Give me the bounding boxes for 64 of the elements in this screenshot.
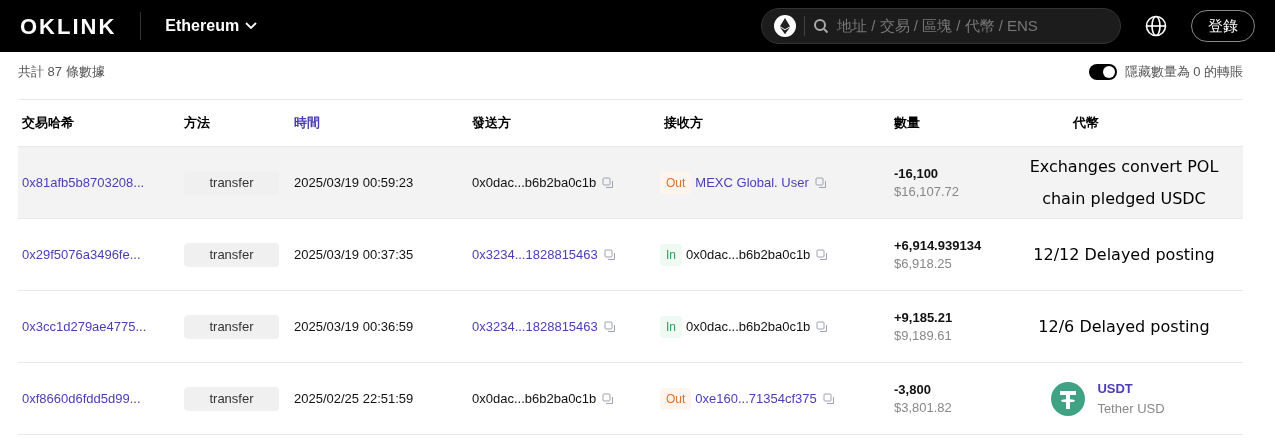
method-tag: transfer	[184, 387, 279, 411]
copy-icon[interactable]	[822, 392, 835, 405]
column-header: 發送方	[472, 114, 512, 133]
amount-text: -16,100	[894, 164, 940, 183]
column-header: 交易哈希	[22, 114, 75, 133]
copy-icon[interactable]	[816, 320, 829, 333]
transaction-hash-link[interactable]: 0xf8660d6fdd5d99...	[22, 388, 184, 409]
usd-value: $9,189.61	[894, 326, 953, 345]
note-text: Exchanges convert POL chain pledged USDC	[1029, 155, 1219, 210]
table-row[interactable]: 0x81afb5b8703208... transfer 2025/03/19 00:59:23 0x0dac...b6b2ba0c1b Out MEXC Global. User -16,100 $16,107.72 Exchanges convert POL chain pledged USDC	[18, 147, 1243, 219]
method-tag: transfer	[184, 243, 279, 267]
address-link: 0x0dac...b6b2ba0c1b	[472, 389, 597, 408]
direction-badge: In	[660, 315, 682, 338]
column-header: 數量	[894, 114, 921, 133]
usd-value: $3,801.82	[894, 398, 953, 417]
toggle-label: 隱藏數量為 0 的轉賬	[1124, 63, 1243, 82]
tether-logo-icon	[1051, 381, 1086, 416]
total-count: 共計 87 條數據	[18, 63, 105, 82]
token-name: Tether USD	[1097, 399, 1165, 418]
direction-badge: In	[660, 243, 682, 266]
search-input[interactable]: 地址 / 交易 / 區塊 / 代幣 / ENS	[837, 14, 1108, 38]
address-link: 0x0dac...b6b2ba0c1b	[686, 245, 811, 264]
address-link[interactable]: 0x3234...1828815463	[472, 244, 598, 265]
address-link[interactable]: 0x3234...1828815463	[472, 316, 598, 337]
network-dropdown[interactable]: Ethereum	[165, 14, 258, 38]
note-text: 12/6 Delayed posting	[1038, 315, 1210, 338]
direction-badge: Out	[660, 171, 692, 194]
logo[interactable]: OKLINK	[20, 9, 117, 43]
toggle-switch[interactable]	[1088, 64, 1117, 80]
transaction-hash-link[interactable]: 0x3cc1d279ae4775...	[22, 316, 184, 337]
search-icon	[813, 18, 829, 34]
column-header[interactable]: 時間	[294, 113, 472, 133]
usd-value: $16,107.72	[894, 182, 961, 201]
address-link[interactable]: MEXC Global. User	[695, 172, 809, 193]
time-cell-text: 2025/03/19 00:36:59	[294, 317, 415, 336]
note-text: 12/12 Delayed posting	[1033, 243, 1215, 266]
copy-icon[interactable]	[816, 248, 829, 261]
column-header: 接收方	[664, 114, 704, 133]
usd-value: $6,918.25	[894, 254, 953, 273]
copy-icon[interactable]	[603, 320, 616, 333]
chevron-down-icon	[245, 22, 258, 30]
time-cell-text: 2025/03/19 00:59:23	[294, 173, 415, 192]
copy-icon[interactable]	[814, 176, 827, 189]
copy-icon[interactable]	[602, 176, 615, 189]
direction-badge: Out	[660, 387, 692, 410]
ethereum-icon[interactable]	[774, 15, 796, 37]
copy-icon[interactable]	[602, 392, 615, 405]
time-cell-text: 2025/02/25 22:51:59	[294, 389, 415, 408]
globe-icon[interactable]	[1145, 15, 1167, 37]
time-cell-text: 2025/03/19 00:37:35	[294, 245, 415, 264]
amount-text: +6,914.939134	[894, 236, 983, 255]
amount-text: +9,185.21	[894, 308, 954, 327]
search-field[interactable]: 地址 / 交易 / 區塊 / 代幣 / ENS	[761, 8, 1121, 44]
amount-text: -3,800	[894, 380, 932, 399]
copy-icon[interactable]	[603, 248, 616, 261]
address-link: 0x0dac...b6b2ba0c1b	[686, 317, 811, 336]
transaction-hash-link[interactable]: 0x81afb5b8703208...	[22, 172, 184, 193]
address-link[interactable]: 0xe160...71354cf375	[695, 388, 817, 409]
token-symbol[interactable]: USDT	[1097, 379, 1165, 399]
transaction-hash-link[interactable]: 0x29f5076a3496fe...	[22, 244, 184, 265]
column-header: 代幣	[1071, 114, 1100, 133]
address-link: 0x0dac...b6b2ba0c1b	[472, 173, 597, 192]
column-header: 方法	[184, 114, 211, 133]
method-tag: transfer	[184, 315, 279, 339]
